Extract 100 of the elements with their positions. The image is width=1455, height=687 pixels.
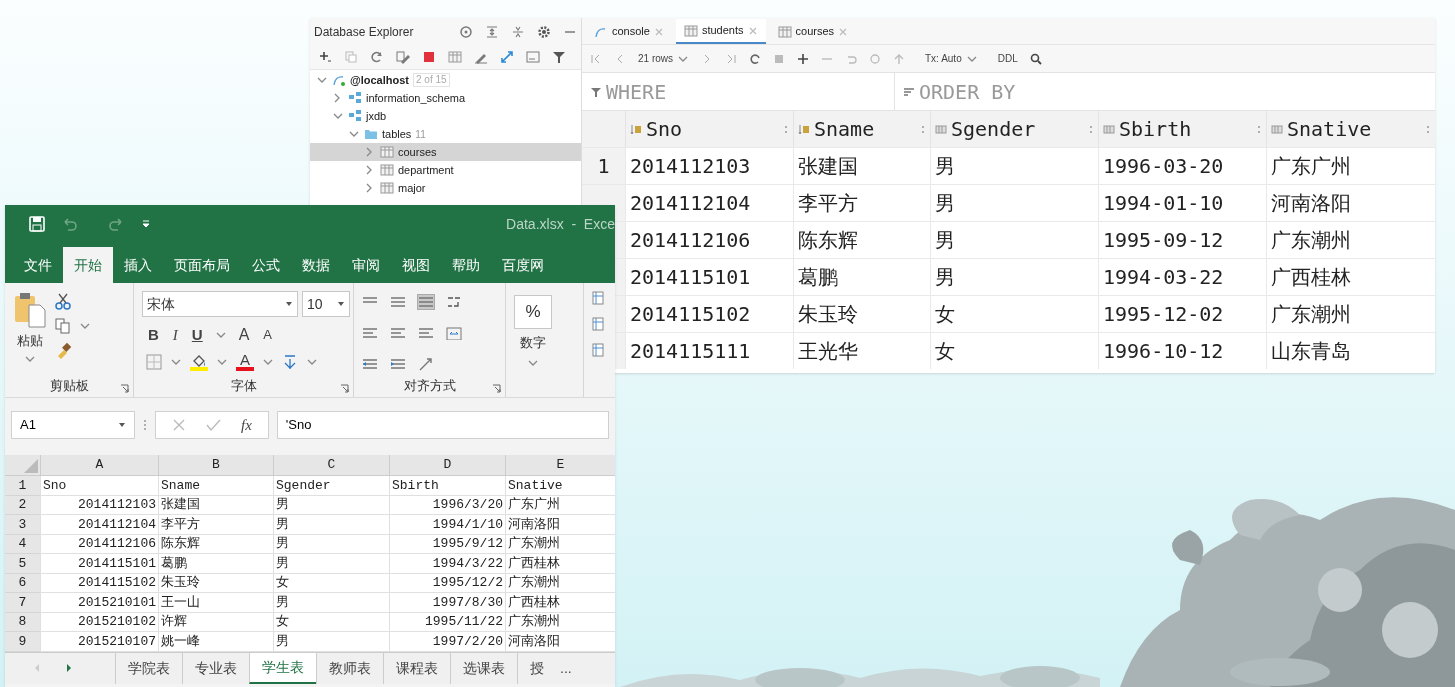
format-button[interactable]: B [146,323,161,347]
copy-icon[interactable] [55,318,71,334]
add-icon[interactable] [318,50,332,64]
bottom-align-icon[interactable] [418,295,434,310]
upload-icon[interactable] [893,52,905,65]
row-header[interactable]: 7 [5,593,40,613]
borders-icon[interactable] [146,354,162,370]
rows-dropdown[interactable]: 21 rows [638,51,689,66]
row-header[interactable]: 3 [5,515,40,535]
console-icon[interactable] [526,50,540,64]
ribbon-tab[interactable]: 文件 [13,247,63,283]
align-right-icon[interactable] [418,326,434,340]
font-name-field[interactable]: 宋体 [142,291,298,317]
middle-align-icon[interactable] [390,295,406,310]
tree-item[interactable]: tables 11 [310,125,581,143]
first-page-icon[interactable] [590,52,602,65]
ddl-button[interactable]: DDL [997,51,1018,66]
format-button[interactable]: I [170,323,180,347]
dialog-launcher-icon[interactable] [120,384,129,393]
ribbon-tab[interactable]: 页面布局 [163,247,241,283]
column-header[interactable]: Sbirth [1098,111,1266,147]
conditional-format-icon[interactable] [592,291,604,305]
close-icon[interactable] [653,26,664,37]
customize-icon[interactable] [141,218,151,230]
stop-icon[interactable] [773,52,785,65]
format-button[interactable]: A [236,323,252,347]
target-icon[interactable] [459,24,473,39]
stop-icon[interactable] [422,50,436,64]
expand-icon[interactable] [485,24,499,39]
tree-item[interactable]: department [310,161,581,179]
column-header[interactable]: Sname [793,111,930,147]
tree-item[interactable]: major [310,179,581,197]
name-box[interactable]: A1 [11,411,135,439]
table-icon[interactable] [448,50,462,64]
cancel-icon[interactable] [172,418,186,432]
phonetic-icon[interactable] [282,354,298,370]
dialog-launcher-icon[interactable] [492,384,501,393]
row-header[interactable]: 5 [5,554,40,574]
more-sheets-button[interactable]: ... [556,652,572,684]
sheet-tab[interactable]: 教师表 [316,652,383,684]
last-page-icon[interactable] [725,52,737,65]
editor-tab[interactable]: students [675,19,766,44]
font-color-button[interactable]: A [236,353,254,371]
tree-item[interactable]: courses [310,143,581,161]
align-center-icon[interactable] [390,326,406,340]
ribbon-tab[interactable]: 审阅 [341,247,391,283]
sheet-tab[interactable]: 学生表 [249,652,316,684]
column-header[interactable]: Sno [625,111,793,147]
dialog-launcher-icon[interactable] [340,384,349,393]
format-button[interactable]: A [261,325,275,345]
sheet-tab[interactable]: 选课表 [450,652,517,684]
increase-indent-icon[interactable] [390,356,406,371]
editor-tab[interactable]: console [586,19,672,44]
filter-icon[interactable] [552,50,566,64]
tree-item[interactable]: jxdb [310,107,581,125]
row-header[interactable]: 9 [5,632,40,652]
ribbon-tab[interactable]: 插入 [113,247,163,283]
insert-function-button[interactable]: fx [241,413,252,437]
edit-icon[interactable] [396,50,410,64]
row-header[interactable]: 1 [5,476,40,496]
refresh-icon[interactable] [749,52,761,65]
editor-tab[interactable]: courses [769,19,857,44]
ribbon-tab[interactable]: 公式 [241,247,291,283]
column-header[interactable]: Snative [1266,111,1435,147]
ribbon-tab[interactable]: 开始 [63,247,113,283]
transaction-dropdown[interactable]: Tx: Auto [925,51,978,66]
ribbon-tab[interactable]: 视图 [391,247,441,283]
search-icon[interactable] [1029,52,1042,65]
sheet-tab[interactable]: 授 [517,652,556,684]
column-header[interactable]: D [389,455,505,476]
cut-icon[interactable] [55,293,71,310]
tree-item[interactable]: @localhost 2 of 15 [310,71,581,89]
ribbon-tab[interactable]: 百度网 [491,247,555,283]
paste-button[interactable]: 粘贴 [13,291,47,375]
number-format-button[interactable]: % [514,295,552,329]
close-icon[interactable] [838,26,849,37]
font-size-field[interactable]: 10 [302,291,350,317]
close-icon[interactable] [747,25,758,36]
decrease-indent-icon[interactable] [362,356,378,371]
add-icon[interactable] [797,52,809,65]
sheet-tab[interactable]: 课程表 [383,652,450,684]
cell-style-icon[interactable] [592,343,604,357]
merge-icon[interactable] [446,326,462,340]
ribbon-tab[interactable]: 帮助 [441,247,491,283]
tree-item[interactable]: information_schema [310,89,581,107]
arrows-icon[interactable] [500,50,514,64]
wrap-text-icon[interactable] [446,295,462,310]
fill-color-button[interactable] [190,353,208,371]
sheet-tab[interactable]: 学院表 [115,652,182,684]
format-button[interactable]: U [189,323,205,347]
column-header[interactable]: C [273,455,389,476]
orientation-icon[interactable] [418,356,434,371]
ribbon-tab[interactable]: 数据 [291,247,341,283]
copy-icon[interactable] [344,50,358,64]
settings-icon[interactable] [537,24,551,39]
align-left-icon[interactable] [362,326,378,340]
formula-bar[interactable]: 'Sno [276,411,609,439]
save-icon[interactable] [29,216,45,232]
table-format-icon[interactable] [592,317,604,331]
column-header[interactable]: B [158,455,273,476]
